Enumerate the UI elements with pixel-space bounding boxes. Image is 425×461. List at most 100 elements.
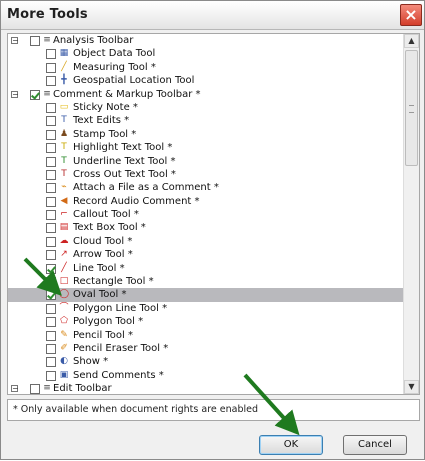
tool-checkbox[interactable]: [46, 330, 56, 341]
tool-row[interactable]: ▤ Text Box Tool *: [8, 221, 404, 234]
tool-checkbox[interactable]: [46, 129, 56, 140]
tool-row[interactable]: ⬠ Polygon Tool *: [8, 315, 404, 328]
measuring-icon: ╱: [61, 61, 67, 72]
tool-checkbox[interactable]: [30, 384, 40, 394]
tool-checkbox[interactable]: [46, 357, 56, 368]
toolbar-group-row[interactable]: − ≡ Comment & Markup Toolbar *: [8, 88, 404, 101]
scroll-down-button[interactable]: ▼: [404, 380, 419, 394]
tool-row[interactable]: ☁ Cloud Tool *: [8, 235, 404, 248]
ok-button[interactable]: OK: [259, 435, 323, 455]
tool-label: Sticky Note *: [73, 101, 138, 113]
tool-row[interactable]: T Underline Text Tool *: [8, 155, 404, 168]
tool-row[interactable]: ╱ Line Tool *: [8, 262, 404, 275]
tool-row[interactable]: ♟ Stamp Tool *: [8, 128, 404, 141]
tools-tree: − ≡ Analysis Toolbar ▦ Object Data Tool ╱ Meas…: [8, 34, 404, 395]
tool-row[interactable]: □ Rectangle Tool *: [8, 275, 404, 288]
tool-row[interactable]: ◀ Record Audio Comment *: [8, 195, 404, 208]
tool-label: Geospatial Location Tool: [73, 75, 195, 87]
tool-label: Line Tool *: [73, 262, 125, 274]
tool-label: Polygon Tool *: [73, 316, 144, 328]
tool-row[interactable]: ↗ Arrow Tool *: [8, 248, 404, 261]
tool-row[interactable]: T Text Edits *: [8, 114, 404, 127]
tool-label: Attach a File as a Comment *: [73, 182, 219, 194]
close-button[interactable]: ×: [400, 4, 422, 26]
toolbar-icon: ≡: [43, 383, 51, 394]
tool-checkbox[interactable]: [46, 263, 56, 274]
cancel-button[interactable]: Cancel: [343, 435, 407, 455]
scroll-up-button[interactable]: ▲: [404, 34, 419, 48]
text-box-icon: ▤: [59, 222, 69, 233]
tool-row[interactable]: T Cross Out Text Tool *: [8, 168, 404, 181]
title-bar[interactable]: More Tools ×: [1, 1, 424, 30]
highlight-text-icon: T: [61, 142, 67, 153]
tool-row[interactable]: ╋ Geospatial Location Tool: [8, 74, 404, 87]
polygon-icon: ⬠: [60, 316, 68, 327]
tool-checkbox[interactable]: [46, 102, 56, 113]
tool-label: Highlight Text Tool *: [73, 142, 173, 154]
tool-checkbox[interactable]: [46, 62, 56, 73]
oval-tool-icon: ◯: [58, 289, 70, 300]
toolbar-icon: ≡: [43, 88, 51, 99]
more-tools-dialog: More Tools × − ≡ Analysis Toolbar ▦ Object D…: [0, 0, 425, 460]
tool-row[interactable]: ▭ Sticky Note *: [8, 101, 404, 114]
tool-row[interactable]: ◯ Oval Tool *: [8, 288, 404, 302]
tool-row[interactable]: ▦ Object Data Tool: [8, 47, 404, 60]
tool-checkbox[interactable]: [46, 196, 56, 207]
tool-checkbox[interactable]: [46, 143, 56, 154]
tool-checkbox[interactable]: [46, 169, 56, 180]
tool-label: Arrow Tool *: [73, 249, 133, 261]
record-audio-icon: ◀: [60, 195, 68, 206]
tool-checkbox[interactable]: [46, 116, 56, 127]
tool-row[interactable]: ◐ Show *: [8, 355, 404, 368]
tool-checkbox[interactable]: [46, 76, 56, 87]
collapse-toggle-icon[interactable]: −: [11, 90, 19, 98]
tool-label: Text Edits *: [73, 115, 130, 127]
collapse-toggle-icon[interactable]: −: [11, 37, 19, 45]
tool-label: Pencil Eraser Tool *: [73, 342, 169, 354]
tool-label: Send Comments *: [73, 369, 164, 381]
tool-checkbox[interactable]: [30, 89, 40, 100]
tool-checkbox[interactable]: [46, 277, 56, 288]
tool-checkbox[interactable]: [46, 370, 56, 381]
toolbar-group-row[interactable]: − ≡ Edit Toolbar: [8, 382, 404, 395]
dialog-title: More Tools: [7, 7, 88, 22]
tool-row[interactable]: ▣ Send Comments *: [8, 369, 404, 382]
vertical-scrollbar[interactable]: ▲ ▼: [403, 34, 419, 394]
tool-row[interactable]: T Highlight Text Tool *: [8, 141, 404, 154]
tool-checkbox[interactable]: [46, 250, 56, 261]
rights-note: * Only available when document rights ar…: [7, 399, 420, 421]
text-edits-icon: T: [61, 115, 67, 126]
tool-checkbox[interactable]: [46, 210, 56, 221]
tool-checkbox[interactable]: [46, 49, 56, 60]
tool-label: Stamp Tool *: [73, 128, 137, 140]
stamp-icon: ♟: [59, 128, 69, 139]
tool-checkbox[interactable]: [30, 36, 40, 46]
pencil-eraser-icon: ✐: [60, 342, 68, 353]
scroll-thumb[interactable]: [405, 50, 418, 166]
send-comments-icon: ▣: [59, 369, 69, 380]
tool-label: Rectangle Tool *: [73, 276, 154, 288]
tool-row[interactable]: ⌁ Attach a File as a Comment *: [8, 181, 404, 194]
collapse-toggle-icon[interactable]: −: [11, 385, 19, 393]
tool-label: Edit Toolbar: [53, 383, 112, 395]
tool-row[interactable]: ╱ Measuring Tool *: [8, 61, 404, 74]
tool-row[interactable]: ⌒ Polygon Line Tool *: [8, 302, 404, 315]
tool-row[interactable]: ✐ Pencil Eraser Tool *: [8, 342, 404, 355]
cross-out-text-icon: T: [61, 168, 67, 179]
tool-checkbox[interactable]: [46, 236, 56, 247]
toolbar-group-row[interactable]: − ≡ Analysis Toolbar: [8, 34, 404, 47]
tool-checkbox[interactable]: [46, 343, 56, 354]
tool-row[interactable]: ✎ Pencil Tool *: [8, 329, 404, 342]
tool-checkbox[interactable]: [46, 317, 56, 328]
tool-label: Analysis Toolbar: [53, 35, 134, 46]
tool-checkbox[interactable]: [46, 303, 56, 314]
tool-checkbox[interactable]: [46, 156, 56, 167]
geospatial-location-icon: ╋: [61, 75, 67, 86]
tool-row[interactable]: ⌐ Callout Tool *: [8, 208, 404, 221]
tool-checkbox[interactable]: [46, 290, 56, 301]
tool-label: Underline Text Tool *: [73, 155, 176, 167]
tool-checkbox[interactable]: [46, 183, 56, 194]
tool-label: Record Audio Comment *: [73, 195, 200, 207]
tool-checkbox[interactable]: [46, 223, 56, 234]
tool-label: Callout Tool *: [73, 209, 139, 221]
